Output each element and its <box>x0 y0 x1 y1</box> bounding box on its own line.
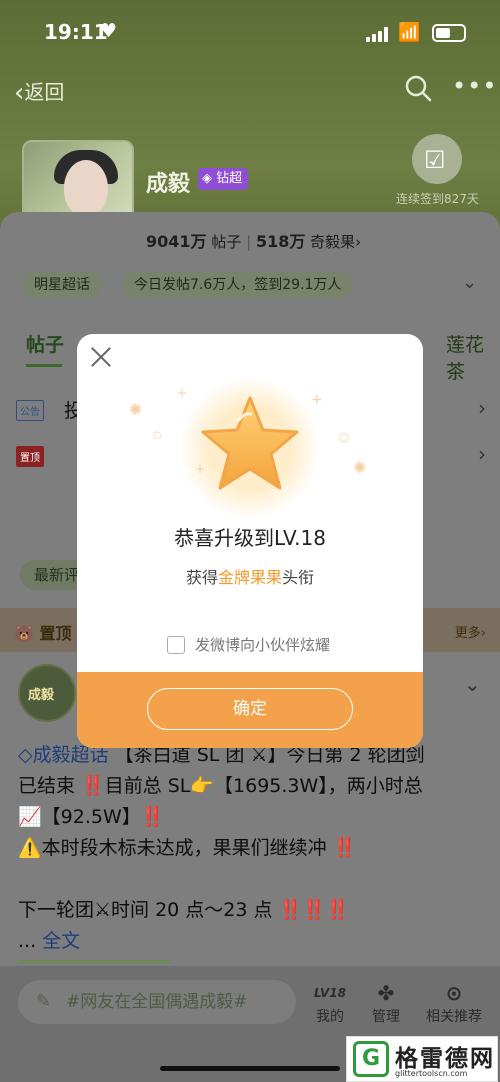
post-avatar[interactable]: 成毅 <box>18 664 76 722</box>
posts-label: 帖子 <box>211 233 242 251</box>
more-icon[interactable]: ••• <box>452 72 497 100</box>
clover-icon: ✤ <box>377 981 395 1005</box>
sparkle-icon: ✺ <box>129 400 143 419</box>
full-text-link[interactable]: 全文 <box>42 930 80 952</box>
post-body: ◇成毅超话 【茶白道 SL 团 ⚔】今日第 2 轮团剑 已结束 ‼️目前总 SL… <box>18 740 488 957</box>
topic-badge: ◈ 钻超 <box>198 168 249 190</box>
fans-count: 518万 <box>255 232 306 251</box>
nav-mine[interactable]: LV18 我的 <box>300 980 360 1026</box>
dialog-footer: 确定 <box>77 672 423 748</box>
top-nav: ‹返回 ••• <box>0 70 500 110</box>
status-bar: 19:11 ♥ 📶 <box>0 0 500 66</box>
pinned-more-link[interactable]: 更多› <box>455 622 486 641</box>
tab-indicator <box>18 960 170 963</box>
chevron-right-icon: › <box>478 442 486 466</box>
confirm-button[interactable]: 确定 <box>147 688 353 730</box>
posts-count: 9041万 <box>146 232 207 251</box>
tab-posts[interactable]: 帖子 <box>26 330 64 367</box>
nav-label: 管理 <box>372 1009 400 1025</box>
status-time: 19:11 <box>44 20 108 44</box>
post-line: 已结束 ‼️目前总 SL👉【1695.3W】，两小时总 <box>18 775 423 797</box>
watermark-logo-icon: G <box>353 1041 389 1077</box>
sparkle-icon: ✺ <box>353 458 367 477</box>
heart-icon: ♥ <box>100 20 118 42</box>
watermark: G 格雷德网 glittertoolscn.com <box>346 1036 498 1082</box>
sparkle-icon: ○ <box>339 430 350 444</box>
back-label: 返回 <box>24 80 65 104</box>
pencil-icon: ✎ <box>36 991 52 1012</box>
share-label: 发微博向小伙伴炫耀 <box>195 636 331 654</box>
search-icon[interactable] <box>404 74 432 102</box>
pinned-tag: 置顶 <box>16 446 44 467</box>
badge-label: 钻超 <box>216 171 243 186</box>
chevron-down-icon[interactable]: ⌄ <box>462 272 477 293</box>
chip-star-topic[interactable]: 明星超话 <box>22 272 102 298</box>
level-badge-icon: LV18 <box>314 986 346 1000</box>
post-line: 下一轮团⚔时间 20 点～23 点 ‼️‼️‼️ <box>18 899 350 921</box>
watermark-name: 格雷德网 <box>395 1046 495 1072</box>
star-icon <box>201 396 299 490</box>
post-avatar-text: 成毅 <box>28 688 55 703</box>
home-indicator <box>160 1066 340 1071</box>
topic-name: 成毅 <box>146 172 191 197</box>
calendar-check-icon: ☑ <box>424 146 446 174</box>
post-menu-chevron-icon[interactable]: ⌄ <box>464 672 481 696</box>
chevron-right-icon: › <box>478 396 486 420</box>
sparkle-icon: ○ <box>153 430 162 441</box>
sparkle-icon: + <box>177 386 188 400</box>
title-highlight: 金牌果果 <box>217 568 282 587</box>
watermark-url: glittertoolscn.com <box>395 1069 468 1078</box>
chip-today-stats[interactable]: 今日发帖7.6万人，签到29.1万人 <box>122 272 354 298</box>
dialog-title: 恭喜升级到LV.18 <box>174 526 326 550</box>
tab-lianhua[interactable]: 莲花茶 <box>446 330 500 384</box>
comment-input[interactable]: ✎ #网友在全国偶遇成毅# <box>18 980 296 1024</box>
nav-label: 相关推荐 <box>426 1009 482 1025</box>
checkin-button[interactable]: ☑ <box>412 134 462 184</box>
compass-icon: ⊙ <box>445 981 463 1005</box>
fans-label[interactable]: 奇毅果 <box>310 233 355 251</box>
comment-placeholder: #网友在全国偶遇成毅# <box>66 992 248 1012</box>
notice-tag: 公告 <box>16 400 44 421</box>
close-icon[interactable] <box>89 344 113 368</box>
level-up-dialog: ✺ + + ○ ✺ ○ + 恭喜升级到LV.18 获得金牌果果头衔 发微博向小伙… <box>77 334 423 748</box>
share-to-weibo-option[interactable]: 发微博向小伙伴炫耀 <box>167 634 330 655</box>
nav-label: 我的 <box>316 1009 344 1025</box>
pinned-title: 🐻 置顶 <box>14 624 72 643</box>
sparkle-icon: + <box>311 392 323 408</box>
share-checkbox[interactable] <box>167 636 185 654</box>
back-button[interactable]: ‹返回 <box>14 76 65 108</box>
topic-stats: 9041万 帖子 | 518万 奇毅果› <box>146 232 362 251</box>
post-line: ... 全文 <box>18 930 81 952</box>
post-line: 📈【92.5W】‼️ <box>18 806 165 828</box>
checkin-streak: 连续签到827天 <box>396 192 479 206</box>
post-line <box>18 864 488 895</box>
wifi-icon: 📶 <box>398 22 421 43</box>
nav-related[interactable]: ⊙ 相关推荐 <box>424 980 484 1026</box>
signal-icon <box>366 26 390 42</box>
battery-icon <box>432 24 466 42</box>
nav-manage[interactable]: ✤ 管理 <box>356 980 416 1026</box>
post-line: ⚠️本时段木标未达成，果果们继续冲 ‼️ <box>18 837 357 859</box>
dialog-subtitle: 获得金牌果果头衔 <box>185 568 315 587</box>
